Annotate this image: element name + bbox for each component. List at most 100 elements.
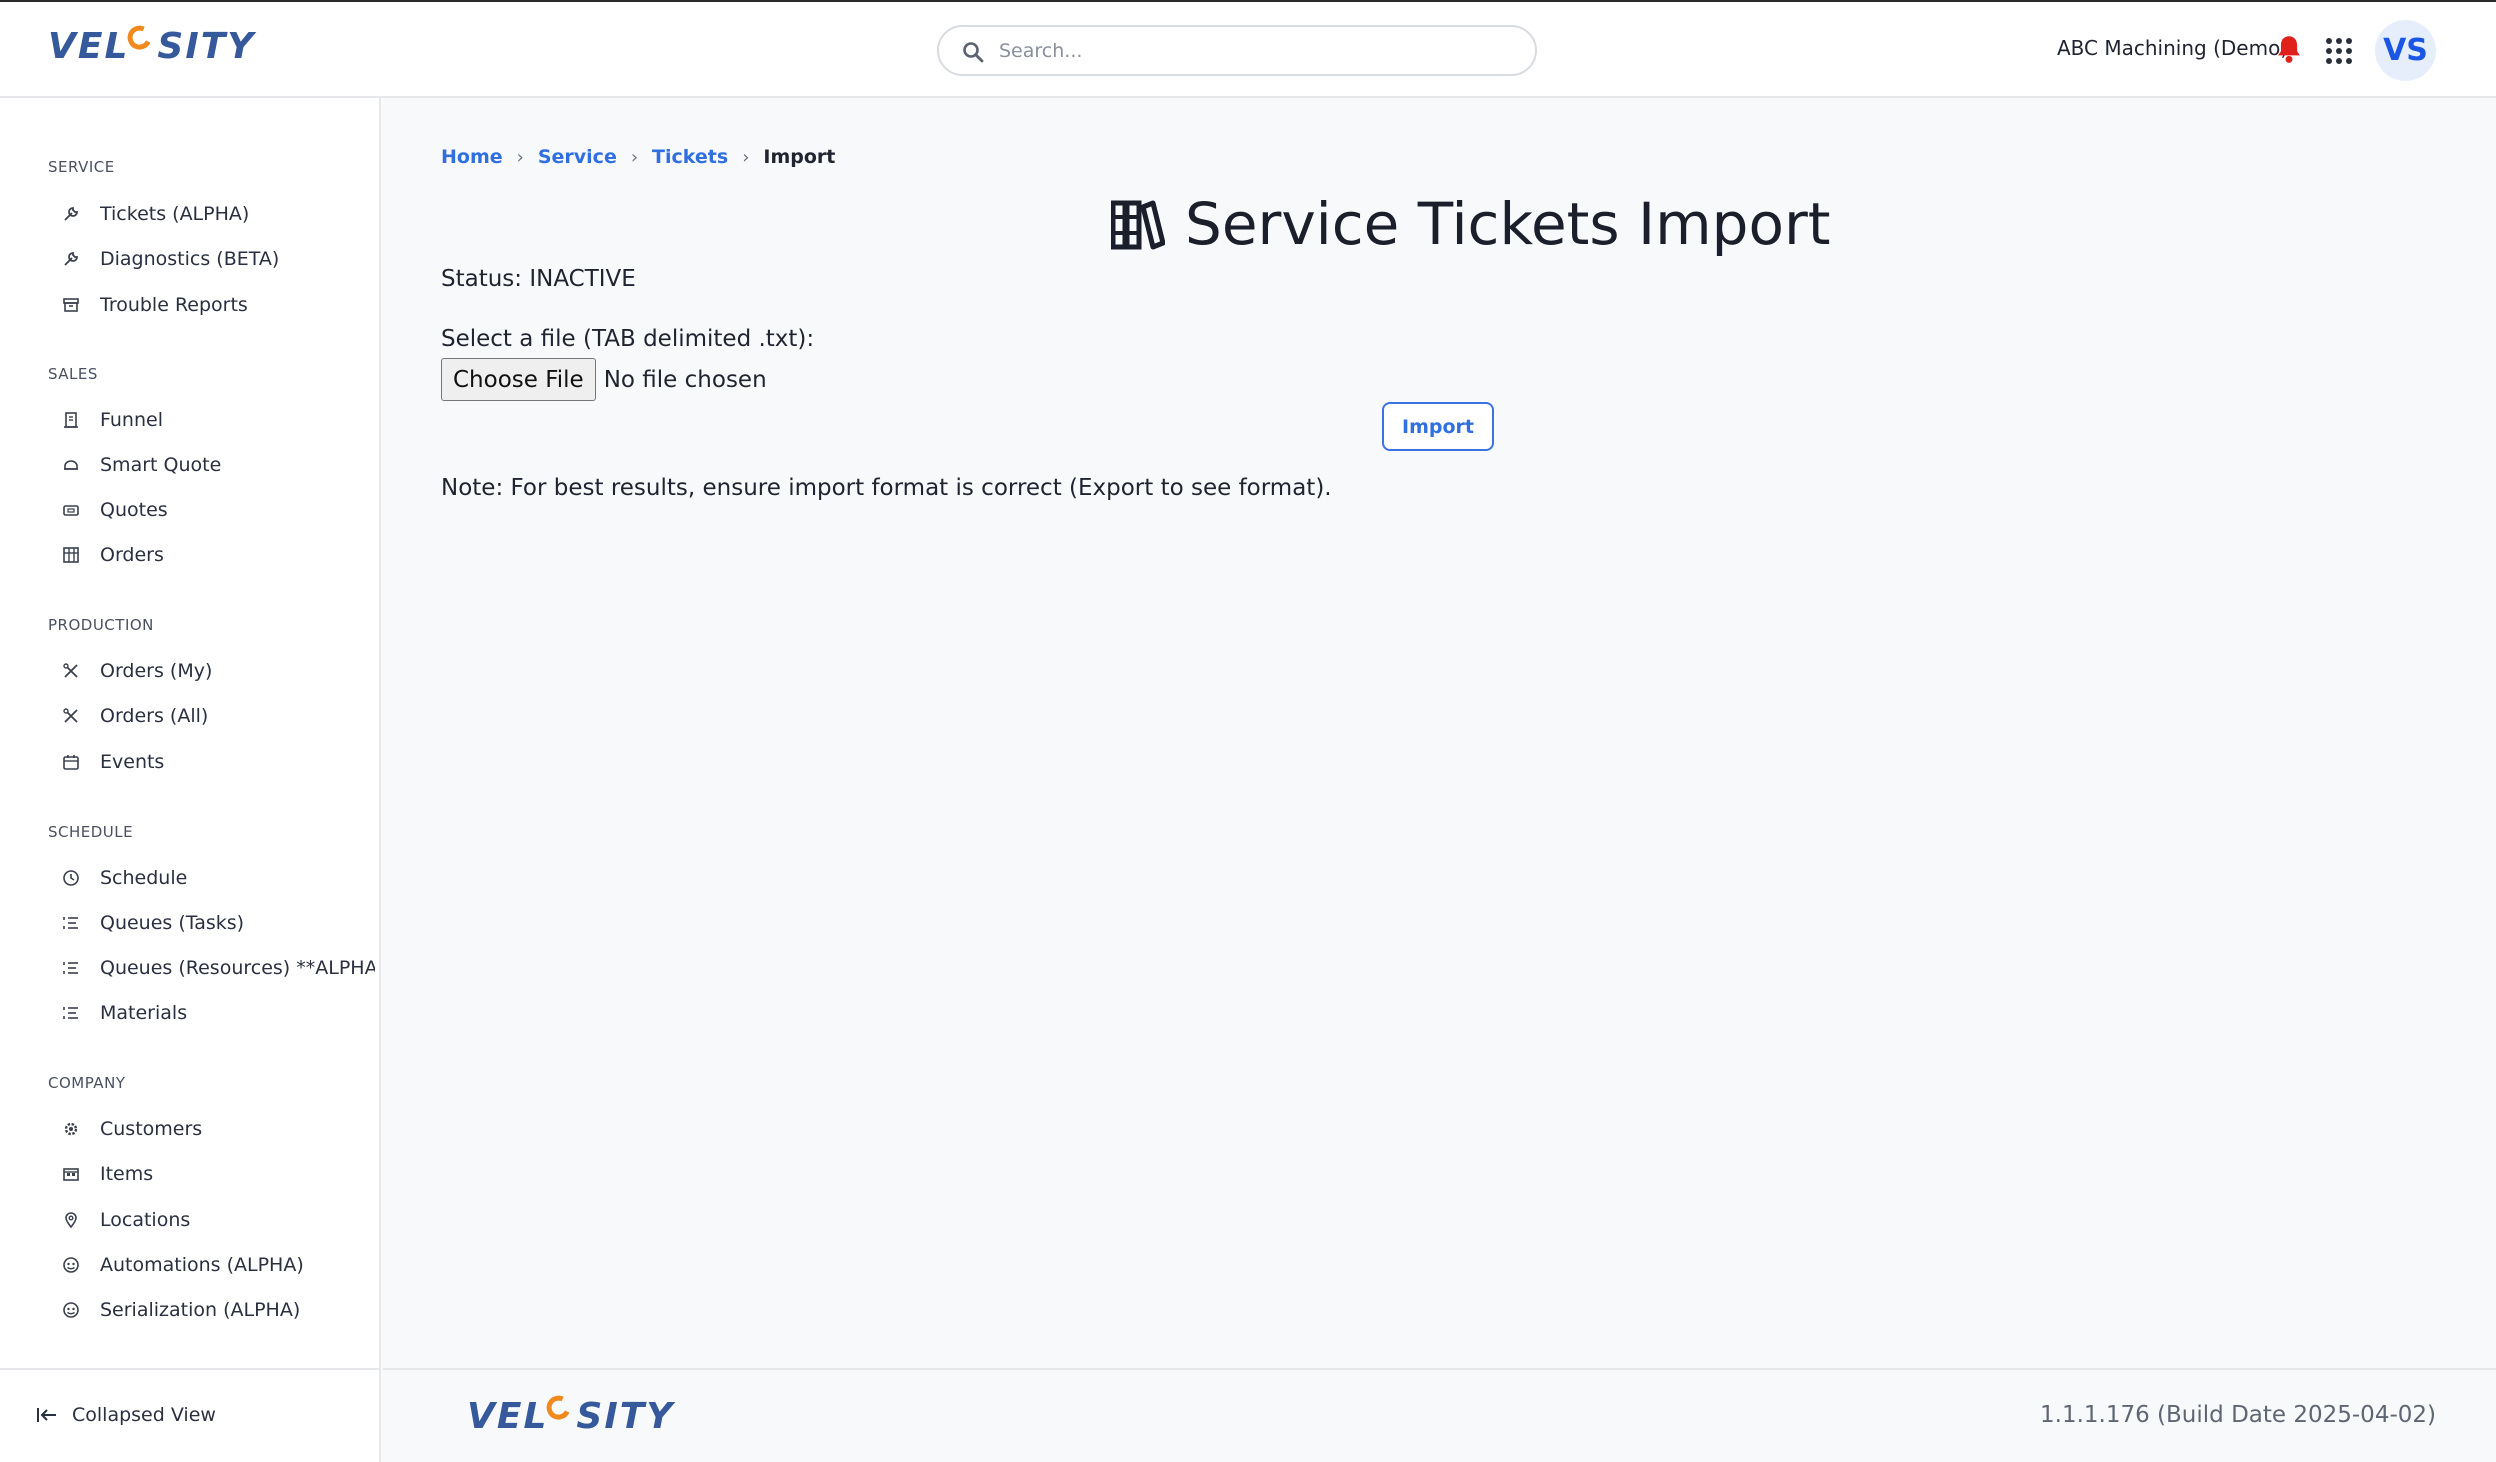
wrench-icon xyxy=(60,248,82,270)
user-avatar[interactable]: VS xyxy=(2375,20,2436,81)
sidebar-item-label: Queues (Resources) **ALPHA** xyxy=(100,957,375,979)
page-title-text: Service Tickets Import xyxy=(1185,190,1831,258)
robot-icon xyxy=(60,1299,82,1321)
sidebar-item-items[interactable]: Items xyxy=(60,1157,375,1191)
search-icon xyxy=(963,42,984,63)
warehouse-icon xyxy=(60,1163,82,1185)
sidebar-item-label: Smart Quote xyxy=(100,454,222,476)
file-name-text: No file chosen xyxy=(603,366,767,393)
sidebar-item-locations[interactable]: Locations xyxy=(60,1203,375,1237)
hat-icon xyxy=(60,454,82,476)
search-input[interactable] xyxy=(999,35,1519,67)
breadcrumb: Home › Service › Tickets › Import xyxy=(441,146,835,168)
sidebar-item-label: Automations (ALPHA) xyxy=(100,1254,304,1276)
import-note: Note: For best results, ensure import fo… xyxy=(441,475,1332,501)
sidebar-item-label: Items xyxy=(100,1163,154,1185)
section-title-service: SERVICE xyxy=(48,158,115,176)
sidebar-item-funnel[interactable]: Funnel xyxy=(60,403,375,437)
sidebar-item-label: Trouble Reports xyxy=(100,294,248,316)
section-title-company: COMPANY xyxy=(48,1074,126,1092)
section-title-sales: SALES xyxy=(48,365,98,383)
list-icon xyxy=(60,912,82,934)
sidebar-item-label: Locations xyxy=(100,1209,191,1231)
sidebar-item-orders-all[interactable]: Orders (All) xyxy=(60,699,375,733)
sidebar-item-label: Funnel xyxy=(100,409,163,431)
section-title-schedule: SCHEDULE xyxy=(48,823,134,841)
top-bar: VEL SITY ABC Machining (Demo) VS xyxy=(0,0,2496,98)
company-name[interactable]: ABC Machining (Demo) xyxy=(2057,36,2288,60)
sidebar-item-label: Events xyxy=(100,751,165,773)
sidebar-item-events[interactable]: Events xyxy=(60,745,375,779)
app-logo[interactable]: VEL SITY xyxy=(48,21,256,67)
sidebar-item-diagnostics[interactable]: Diagnostics (BETA) xyxy=(60,242,375,276)
choose-file-button[interactable]: Choose File xyxy=(441,358,596,401)
sidebar-item-label: Orders (My) xyxy=(100,660,213,682)
logo-text-right: SITY xyxy=(157,26,256,67)
tools-icon xyxy=(60,705,82,727)
sidebar-item-materials[interactable]: Materials xyxy=(60,996,375,1030)
sidebar-item-label: Schedule xyxy=(100,867,188,889)
sidebar-item-label: Orders (All) xyxy=(100,705,209,727)
sidebar-item-automations[interactable]: Automations (ALPHA) xyxy=(60,1248,375,1282)
file-select-label: Select a file (TAB delimited .txt): xyxy=(441,326,815,352)
apps-grid-icon[interactable] xyxy=(2325,37,2353,65)
sidebar-item-customers[interactable]: Customers xyxy=(60,1112,375,1146)
sidebar-item-label: Diagnostics (BETA) xyxy=(100,248,280,270)
import-status: Status: INACTIVE xyxy=(441,266,636,292)
breadcrumb-home[interactable]: Home xyxy=(441,146,503,168)
sidebar-footer: Collapsed View xyxy=(0,1368,381,1462)
sidebar-item-queues-resources[interactable]: Queues (Resources) **ALPHA** xyxy=(60,951,375,985)
pin-icon xyxy=(60,1209,82,1231)
main-content: Home › Service › Tickets › Import Servic… xyxy=(383,98,2496,1368)
sidebar-item-label: Materials xyxy=(100,1002,188,1024)
wrench-icon xyxy=(60,203,82,225)
breadcrumb-tickets[interactable]: Tickets xyxy=(652,146,728,168)
list-icon xyxy=(60,1002,82,1024)
logo-text-left: VEL xyxy=(48,26,130,67)
search-box[interactable] xyxy=(937,25,1537,76)
sidebar-item-label: Serialization (ALPHA) xyxy=(100,1299,301,1321)
chevron-right-icon: › xyxy=(516,146,524,168)
tools-icon xyxy=(60,660,82,682)
notification-bell-icon[interactable] xyxy=(2275,34,2303,64)
breadcrumb-service[interactable]: Service xyxy=(538,146,617,168)
version-text: 1.1.1.176 (Build Date 2025-04-02) xyxy=(2040,1402,2436,1428)
sidebar-item-tickets[interactable]: Tickets (ALPHA) xyxy=(60,197,375,231)
chevron-right-icon: › xyxy=(742,146,750,168)
sidebar-item-trouble-reports[interactable]: Trouble Reports xyxy=(60,288,375,322)
collapsed-view-toggle[interactable]: Collapsed View xyxy=(36,1404,216,1426)
logo-text-right: SITY xyxy=(576,1396,675,1437)
section-title-production: PRODUCTION xyxy=(48,616,154,634)
archive-icon xyxy=(60,294,82,316)
building-icon xyxy=(60,409,82,431)
sidebar-item-orders[interactable]: Orders xyxy=(60,538,375,572)
sidebar-item-smart-quote[interactable]: Smart Quote xyxy=(60,448,375,482)
list-icon xyxy=(60,957,82,979)
sidebar-item-label: Quotes xyxy=(100,499,168,521)
file-input[interactable]: Choose File No file chosen xyxy=(441,358,767,401)
collapsed-view-label: Collapsed View xyxy=(72,1404,216,1426)
sidebar-item-quotes[interactable]: Quotes xyxy=(60,493,375,527)
sidebar-item-schedule[interactable]: Schedule xyxy=(60,861,375,895)
logo-text-left: VEL xyxy=(467,1396,549,1437)
sidebar-item-orders-my[interactable]: Orders (My) xyxy=(60,654,375,688)
sidebar-item-label: Queues (Tasks) xyxy=(100,912,245,934)
gear-icon xyxy=(60,1118,82,1140)
page-title: Service Tickets Import xyxy=(1111,190,1831,258)
sidebar: SERVICE Tickets (ALPHA) Diagnostics (BET… xyxy=(0,98,381,1368)
import-button[interactable]: Import xyxy=(1382,402,1494,451)
footer: VEL SITY 1.1.1.176 (Build Date 2025-04-0… xyxy=(383,1368,2496,1462)
sidebar-item-label: Customers xyxy=(100,1118,203,1140)
robot-icon xyxy=(60,1254,82,1276)
chevron-right-icon: › xyxy=(630,146,639,168)
ticket-icon xyxy=(60,499,82,521)
footer-logo: VEL SITY xyxy=(467,1391,675,1437)
collapse-arrow-icon xyxy=(37,1408,56,1422)
calendar-icon xyxy=(60,751,82,773)
clock-icon xyxy=(60,867,82,889)
sidebar-item-serialization[interactable]: Serialization (ALPHA) xyxy=(60,1293,375,1327)
sidebar-item-label: Orders xyxy=(100,544,164,566)
books-icon xyxy=(1111,200,1165,250)
sidebar-item-label: Tickets (ALPHA) xyxy=(100,203,250,225)
sidebar-item-queues-tasks[interactable]: Queues (Tasks) xyxy=(60,906,375,940)
